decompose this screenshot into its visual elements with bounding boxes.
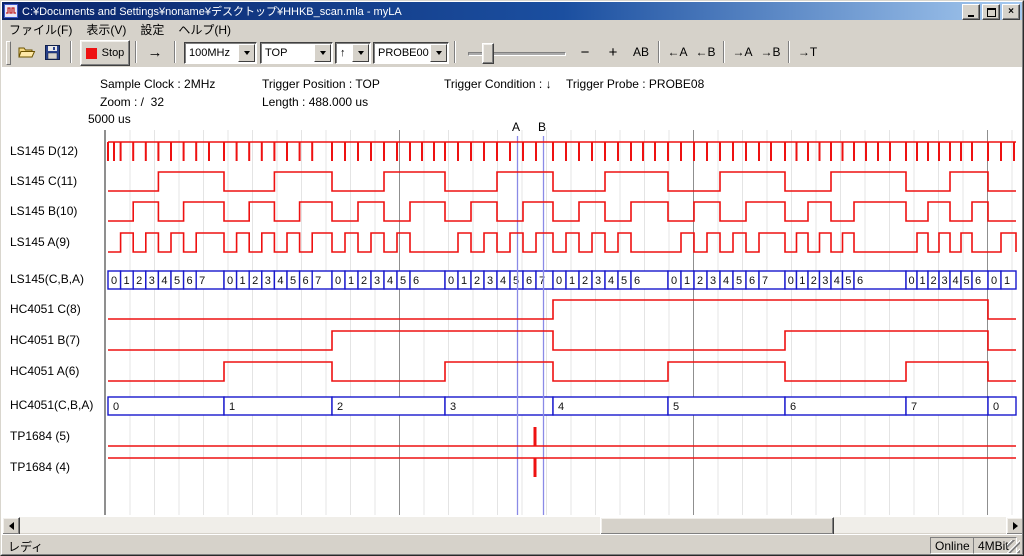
menu-settings[interactable]: 設定 [133, 19, 171, 40]
channel-label: TP1684 (5) [10, 429, 70, 443]
trigger-position-value: TOP [261, 47, 314, 59]
run-button[interactable]: → [142, 40, 168, 64]
status-online-badge: Online [930, 537, 974, 554]
trigger-condition-info: Trigger Condition : ↓ [444, 77, 552, 91]
channel-label: HC4051 C(8) [10, 302, 81, 316]
sample-clock-combo[interactable]: 100MHz [184, 42, 257, 64]
channel-label: LS145 D(12) [10, 144, 78, 158]
trigger-edge-value: ↑ [336, 47, 352, 59]
title-bar: C:¥Documents and Settings¥noname¥デスクトップ¥… [2, 2, 1022, 20]
online-label: Online [935, 539, 970, 553]
trigger-position-info: Trigger Position : TOP [262, 77, 380, 91]
save-floppy-icon [45, 45, 60, 60]
time-scale-label: 5000 us [88, 112, 131, 126]
trigger-probe-value: PROBE00 [374, 47, 430, 59]
toolbar-separator [135, 41, 137, 63]
minimize-button[interactable] [962, 4, 980, 20]
menu-help[interactable]: ヘルプ(H) [171, 19, 238, 40]
zoom-in-button[interactable]: + [600, 40, 626, 64]
toolbar-separator [788, 41, 790, 63]
open-folder-icon [18, 45, 36, 59]
menu-view[interactable]: 表示(V) [79, 19, 133, 40]
stop-button-label: Stop [102, 47, 125, 59]
zoom-ab-button[interactable]: AB [628, 40, 654, 64]
cursor-a-label: A [512, 120, 520, 134]
stop-button[interactable]: Stop [80, 40, 130, 66]
zoom-info: Zoom : / 32 [100, 95, 164, 109]
channel-label: HC4051(C,B,A) [10, 398, 93, 412]
open-file-button[interactable] [14, 40, 39, 64]
maximize-icon [987, 8, 996, 17]
maximize-button[interactable] [982, 4, 1000, 20]
right-t-label: →T [798, 45, 817, 59]
scroll-right-icon [1013, 522, 1018, 530]
trigger-probe-info: Trigger Probe : PROBE08 [566, 77, 704, 91]
toolbar-separator [174, 41, 176, 63]
scroll-right-button[interactable] [1006, 517, 1024, 535]
length-info: Length : 488.000 us [262, 95, 368, 109]
toolbar-separator [658, 41, 660, 63]
chevron-down-icon [436, 51, 442, 55]
channel-label: LS145 A(9) [10, 235, 70, 249]
zoom-in-label: + [609, 44, 618, 61]
channel-label: LS145 B(10) [10, 204, 77, 218]
trigger-edge-combo[interactable]: ↑ [335, 42, 371, 64]
close-icon: × [1008, 7, 1014, 17]
save-button[interactable] [40, 40, 65, 64]
chevron-down-icon [244, 51, 250, 55]
zoom-slider [462, 40, 570, 64]
status-bar: レディ Online 4MBit [2, 534, 1022, 555]
cursor-b-label: B [538, 120, 546, 134]
close-button[interactable]: × [1002, 4, 1020, 20]
zoom-ab-label: AB [633, 45, 649, 59]
goto-cursor-b-left-button[interactable]: ←B [692, 40, 719, 64]
waveform-client-area [2, 67, 1022, 517]
toolbar-separator [723, 41, 725, 63]
menu-bar: ファイル(F) 表示(V) 設定 ヘルプ(H) [2, 20, 1022, 38]
goto-cursor-a-left-button[interactable]: ←A [664, 40, 691, 64]
channel-label: LS145(C,B,A) [10, 272, 84, 286]
memory-label: 4MBit [978, 539, 1009, 553]
scrollbar-thumb[interactable] [600, 517, 834, 535]
minimize-icon [968, 15, 974, 17]
toolbar-separator [70, 41, 72, 63]
goto-trigger-button[interactable]: →T [794, 40, 821, 64]
scroll-left-button[interactable] [2, 517, 20, 535]
left-b-label: ←B [695, 45, 715, 59]
trigger-probe-combo[interactable]: PROBE00 [373, 42, 449, 64]
scroll-left-icon [9, 522, 14, 530]
sample-clock-info: Sample Clock : 2MHz [100, 77, 215, 91]
app-icon [4, 4, 18, 18]
channel-label: LS145 C(11) [10, 174, 77, 188]
toolbar: Stop → 100MHz TOP ↑ PROBE00 − + AB ←A ←B… [2, 38, 1022, 67]
stop-icon [86, 48, 97, 59]
zoom-out-label: − [581, 44, 590, 61]
trigger-position-combo[interactable]: TOP [260, 42, 333, 64]
channel-label: TP1684 (4) [10, 460, 70, 474]
chevron-down-icon [358, 51, 364, 55]
zoom-slider-thumb[interactable] [482, 43, 494, 64]
combo-dropdown-button[interactable] [238, 44, 255, 62]
combo-dropdown-button[interactable] [430, 44, 447, 62]
resize-grip[interactable] [1007, 540, 1020, 553]
channel-label: HC4051 A(6) [10, 364, 79, 378]
toolbar-grip [6, 41, 11, 65]
right-a-label: →A [732, 45, 752, 59]
horizontal-scrollbar[interactable] [2, 517, 1022, 533]
menu-file[interactable]: ファイル(F) [2, 19, 79, 40]
combo-dropdown-button[interactable] [352, 44, 369, 62]
status-ready-text: レディ [8, 538, 43, 555]
chevron-down-icon [320, 51, 326, 55]
zoom-out-button[interactable]: − [572, 40, 598, 64]
window-title: C:¥Documents and Settings¥noname¥デスクトップ¥… [22, 3, 402, 19]
channel-label: HC4051 B(7) [10, 333, 80, 347]
toolbar-separator [454, 41, 456, 63]
left-a-label: ←A [667, 45, 687, 59]
sample-clock-value: 100MHz [185, 47, 238, 59]
goto-cursor-b-right-button[interactable]: →B [757, 40, 784, 64]
goto-cursor-a-right-button[interactable]: →A [729, 40, 756, 64]
right-b-label: →B [760, 45, 780, 59]
combo-dropdown-button[interactable] [314, 44, 331, 62]
run-arrow-icon: → [148, 44, 163, 61]
